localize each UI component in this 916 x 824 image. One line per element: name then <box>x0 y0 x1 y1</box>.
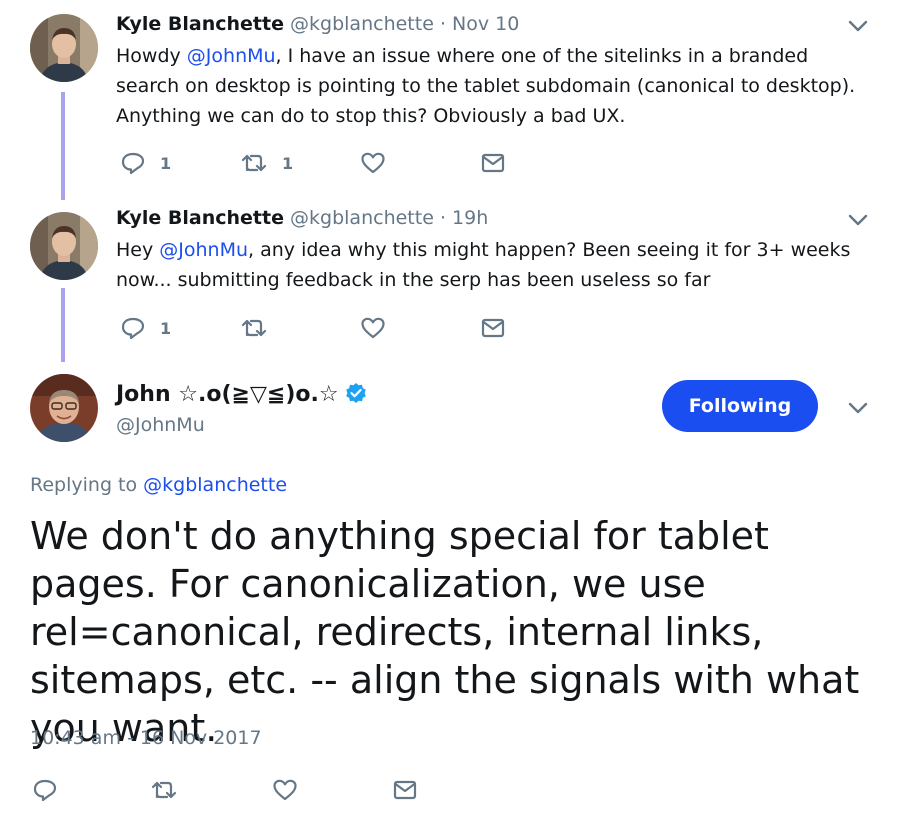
avatar[interactable] <box>30 374 98 442</box>
tweet-text-prefix: Howdy <box>116 45 187 67</box>
replying-prefix: Replying to <box>30 474 144 496</box>
author-name-row: John ☆.o(≧▽≦)o.☆ <box>116 382 367 407</box>
retweet-count: 1 <box>282 153 294 173</box>
author-handle[interactable]: @JohnMu <box>116 414 205 436</box>
replying-to-link[interactable]: @kgblanchette <box>143 474 287 496</box>
author-name[interactable]: John ☆.o(≧▽≦)o.☆ <box>116 382 339 407</box>
thread-tweet-1[interactable]: Kyle Blanchette @kgblanchette · Nov 10 H… <box>0 0 916 200</box>
following-button[interactable]: Following <box>662 380 818 432</box>
author-handle[interactable]: @kgblanchette <box>290 207 434 229</box>
tweet-header: Kyle Blanchette @kgblanchette · Nov 10 <box>116 13 519 35</box>
reply-count: 1 <box>160 153 172 173</box>
tweet-text: Hey @JohnMu, any idea why this might hap… <box>116 235 876 295</box>
author-name[interactable]: Kyle Blanchette <box>116 207 284 229</box>
replying-to: Replying to @kgblanchette <box>30 474 287 496</box>
retweet-icon <box>241 154 267 172</box>
mention-link[interactable]: @JohnMu <box>159 239 248 261</box>
tweet-header: Kyle Blanchette @kgblanchette · 19h <box>116 207 488 229</box>
retweet-button[interactable] <box>150 778 178 802</box>
tweet-timestamp[interactable]: 10:43 am - 16 Nov 2017 <box>30 727 262 749</box>
retweet-button[interactable] <box>240 316 282 340</box>
reply-icon <box>33 779 57 802</box>
main-tweet-text: We don't do anything special for tablet … <box>30 514 860 750</box>
verified-badge-icon <box>345 383 366 403</box>
heart-icon <box>361 317 385 339</box>
reply-count: 1 <box>160 318 172 338</box>
thread-tweet-2[interactable]: Kyle Blanchette @kgblanchette · 19h Hey … <box>0 200 916 365</box>
retweet-icon <box>241 319 267 337</box>
avatar[interactable] <box>30 14 98 82</box>
dm-button[interactable] <box>480 151 506 175</box>
heart-icon <box>361 152 385 174</box>
avatar[interactable] <box>30 212 98 280</box>
envelope-icon <box>481 318 505 338</box>
reply-icon <box>121 317 145 340</box>
reply-button[interactable] <box>32 778 58 802</box>
dm-button[interactable] <box>480 316 506 340</box>
chevron-down-icon[interactable] <box>846 212 870 228</box>
tweet-time[interactable]: Nov 10 <box>452 13 519 35</box>
tweet-text-prefix: Hey <box>116 239 160 261</box>
chevron-down-icon[interactable] <box>846 18 870 34</box>
retweet-button[interactable]: 1 <box>240 151 293 175</box>
author-name[interactable]: Kyle Blanchette <box>116 13 284 35</box>
thread-line <box>61 288 65 362</box>
reply-button[interactable]: 1 <box>120 316 171 340</box>
chevron-down-icon[interactable] <box>846 400 870 416</box>
reply-button[interactable]: 1 <box>120 151 171 175</box>
author-handle[interactable]: @kgblanchette <box>290 13 434 35</box>
mention-link[interactable]: @JohnMu <box>187 45 276 67</box>
like-button[interactable] <box>360 316 386 340</box>
envelope-icon <box>393 780 417 800</box>
separator: · <box>439 207 446 229</box>
reply-icon <box>121 152 145 175</box>
retweet-icon <box>151 781 177 799</box>
heart-icon <box>273 779 297 801</box>
envelope-icon <box>481 153 505 173</box>
dm-button[interactable] <box>392 778 418 802</box>
like-button[interactable] <box>360 151 386 175</box>
like-button[interactable] <box>272 778 298 802</box>
separator: · <box>439 13 446 35</box>
thread-line <box>61 92 65 200</box>
tweet-text: Howdy @JohnMu, I have an issue where one… <box>116 41 876 131</box>
tweet-time[interactable]: 19h <box>452 207 488 229</box>
